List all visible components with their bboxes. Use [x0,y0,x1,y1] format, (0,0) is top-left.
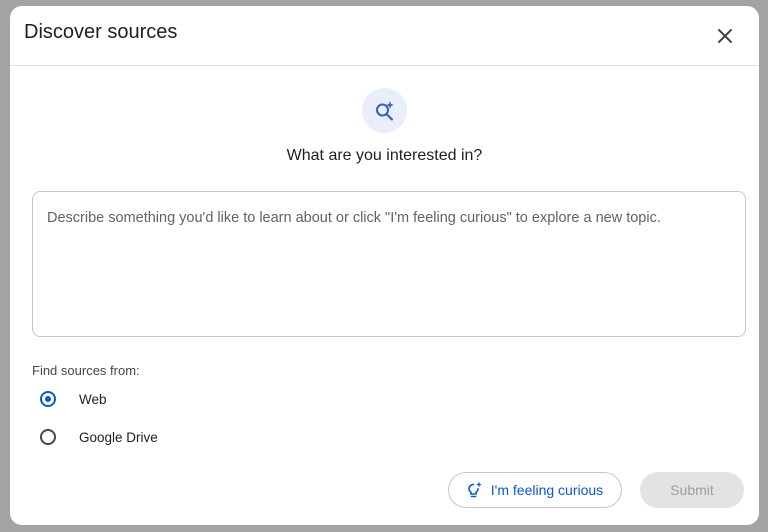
dialog-title: Discover sources [24,21,178,43]
topic-input[interactable] [32,191,746,337]
google-drive-radio-label: Google Drive [79,429,158,445]
submit-button[interactable]: Submit [640,472,744,508]
dialog-header: Discover sources [10,6,759,66]
prompt-question: What are you interested in? [286,147,483,164]
web-radio[interactable] [40,391,56,407]
search-sparkle-icon [375,100,394,121]
lightbulb-sparkle-icon [467,481,482,498]
search-sparkle-icon-badge [362,88,407,133]
feeling-curious-label: I'm feeling curious [490,482,604,498]
discover-sources-dialog: Discover sources What are you interested… [10,6,759,525]
web-radio-label: Web [79,391,107,407]
source-option-google-drive[interactable]: Google Drive [40,429,158,445]
close-icon [718,29,732,43]
google-drive-radio[interactable] [40,429,56,445]
feeling-curious-button[interactable]: I'm feeling curious [448,472,622,508]
close-button[interactable] [710,21,740,51]
source-option-web[interactable]: Web [40,391,107,407]
find-sources-label: Find sources from: [32,363,140,378]
